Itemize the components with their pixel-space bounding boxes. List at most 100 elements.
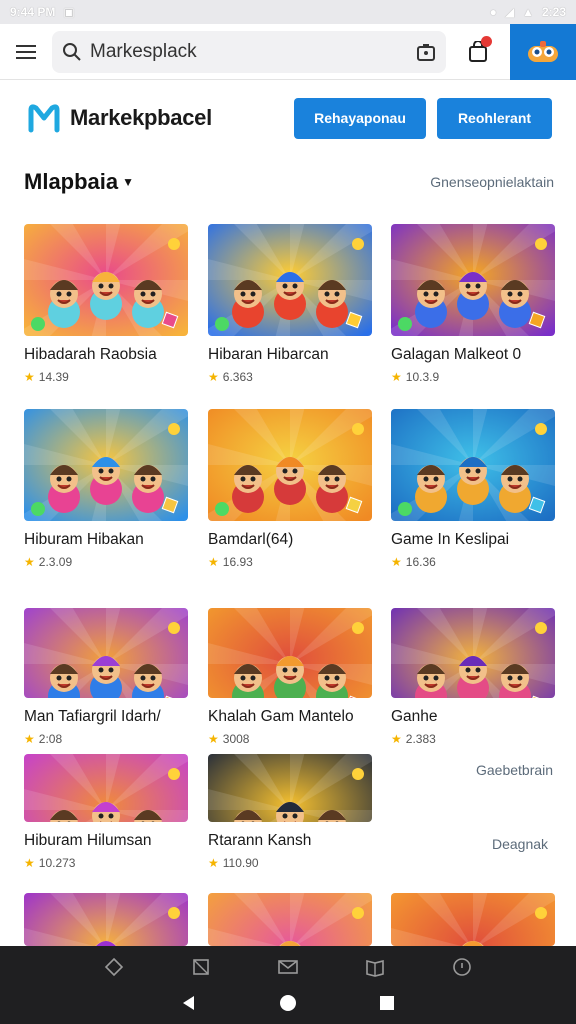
- game-title[interactable]: Bamdarl(64): [208, 531, 372, 549]
- section-title[interactable]: Mlapbaia ▼: [24, 169, 134, 195]
- header-button-secondary[interactable]: Reohlerant: [437, 97, 552, 139]
- game-rating: ★ 3008: [208, 732, 372, 746]
- game-thumbnail[interactable]: [391, 224, 555, 336]
- side-link-second[interactable]: Deagnak: [492, 836, 548, 852]
- mail-icon[interactable]: [277, 956, 299, 978]
- diamond-icon[interactable]: [103, 956, 125, 978]
- back-icon[interactable]: [180, 994, 198, 1012]
- cart-badge: [481, 35, 492, 47]
- game-thumbnail[interactable]: [24, 409, 188, 521]
- rating-value: 14.39: [38, 370, 69, 384]
- alert-icon: ●: [489, 5, 497, 19]
- rating-value: 16.93: [222, 555, 253, 569]
- rating-value: 10.3.9: [405, 370, 440, 384]
- system-nav: [0, 982, 576, 1024]
- rating-value: 2:08: [38, 732, 63, 746]
- game-thumbnail[interactable]: [24, 608, 188, 698]
- side-link-first[interactable]: Gaebetbrain: [476, 762, 553, 778]
- game-thumbnail[interactable]: [391, 409, 555, 521]
- game-title[interactable]: Game In Keslipai: [391, 531, 555, 549]
- game-card[interactable]: Hiburam Hilumsan ★ 10.273: [24, 754, 188, 870]
- game-card[interactable]: Khalah Gam Mantelo ★ 3008: [208, 608, 372, 746]
- game-card-partial[interactable]: [24, 893, 188, 946]
- star-icon: ★: [24, 732, 35, 746]
- status-battery-text: 2:23: [541, 5, 566, 19]
- game-title[interactable]: Man Tafiargril Idarh/: [24, 708, 188, 726]
- game-title[interactable]: Rtarann Kansh: [208, 832, 372, 850]
- star-icon: ★: [208, 370, 219, 384]
- game-title[interactable]: Hibadarah Raobsia: [24, 346, 188, 364]
- section-see-all-link[interactable]: Gnenseopnielaktain: [430, 174, 554, 190]
- game-thumbnail[interactable]: [208, 608, 372, 698]
- wifi-icon: ◢: [504, 5, 515, 19]
- rating-value: 2.3.09: [38, 555, 73, 569]
- game-title[interactable]: Galagan Malkeot 0: [391, 346, 555, 364]
- camera-scan-icon[interactable]: [416, 42, 436, 62]
- rating-value: 110.90: [222, 856, 259, 870]
- book-icon[interactable]: [364, 956, 386, 978]
- game-thumbnail[interactable]: [24, 893, 188, 946]
- game-rating: ★ 10.3.9: [391, 370, 555, 384]
- status-left: 9:44 PM ▣: [10, 5, 75, 19]
- gamepad-avatar-icon: [528, 40, 558, 62]
- signal-icon: ▲: [522, 5, 534, 19]
- game-card[interactable]: Hibaran Hibarcan ★ 6.363: [208, 224, 372, 384]
- game-card[interactable]: Hibadarah Raobsia ★ 14.39: [24, 224, 188, 384]
- game-card-partial[interactable]: [391, 893, 555, 946]
- game-rating: ★ 2.3.09: [24, 555, 188, 569]
- section-title-text: Mlapbaia: [24, 169, 119, 194]
- status-time: 9:44 PM: [10, 5, 56, 19]
- star-icon: ★: [391, 370, 402, 384]
- game-title[interactable]: Khalah Gam Mantelo: [208, 708, 372, 726]
- game-thumbnail[interactable]: [24, 754, 188, 822]
- search-box[interactable]: [52, 30, 446, 73]
- game-card[interactable]: Rtarann Kansh ★ 110.90: [208, 754, 372, 870]
- recents-icon[interactable]: [378, 994, 396, 1012]
- game-thumbnail[interactable]: [208, 754, 372, 822]
- search-icon: [63, 42, 81, 61]
- menu-button[interactable]: [0, 24, 52, 80]
- star-icon: ★: [24, 856, 35, 870]
- game-title[interactable]: Ganhe: [391, 708, 555, 726]
- info-icon[interactable]: [451, 956, 473, 978]
- game-rating: ★ 110.90: [208, 856, 372, 870]
- star-icon: ★: [208, 856, 219, 870]
- game-rating: ★ 16.36: [391, 555, 555, 569]
- game-thumbnail[interactable]: [208, 893, 372, 946]
- rating-value: 6.363: [222, 370, 253, 384]
- game-card[interactable]: Bamdarl(64) ★ 16.93: [208, 409, 372, 569]
- game-card[interactable]: Hiburam Hibakan ★ 2.3.09: [24, 409, 188, 569]
- game-rating: ★ 14.39: [24, 370, 188, 384]
- rating-value: 16.36: [405, 555, 436, 569]
- top-bar: [0, 23, 576, 80]
- profile-button[interactable]: [510, 23, 576, 80]
- cart-button[interactable]: [446, 24, 510, 80]
- brand-name: Markekpbacel: [70, 105, 212, 130]
- game-card-partial[interactable]: [208, 893, 372, 946]
- home-icon[interactable]: [278, 993, 298, 1013]
- game-thumbnail[interactable]: [24, 224, 188, 336]
- rating-value: 10.273: [38, 856, 76, 870]
- game-thumbnail[interactable]: [208, 409, 372, 521]
- navigation-bar: [0, 946, 576, 1024]
- star-icon: ★: [391, 555, 402, 569]
- game-thumbnail[interactable]: [208, 224, 372, 336]
- search-input[interactable]: [90, 40, 408, 63]
- star-icon: ★: [24, 555, 35, 569]
- rating-value: 3008: [222, 732, 250, 746]
- game-thumbnail[interactable]: [391, 893, 555, 946]
- header-button-primary[interactable]: Rehayaponau: [294, 97, 426, 139]
- game-card[interactable]: Ganhe ★ 2.383: [391, 608, 555, 746]
- marketplace-header: Markekpbacel Rehayaponau Reohlerant: [0, 96, 576, 140]
- game-card[interactable]: Galagan Malkeot 0 ★ 10.3.9: [391, 224, 555, 384]
- game-title[interactable]: Hibaran Hibarcan: [208, 346, 372, 364]
- game-thumbnail[interactable]: [391, 608, 555, 698]
- star-icon: ★: [24, 370, 35, 384]
- game-title[interactable]: Hiburam Hibakan: [24, 531, 188, 549]
- star-icon: ★: [391, 732, 402, 746]
- game-card[interactable]: Man Tafiargril Idarh/ ★ 2:08: [24, 608, 188, 746]
- game-title[interactable]: Hiburam Hilumsan: [24, 832, 188, 850]
- frame-icon[interactable]: [190, 956, 212, 978]
- chevron-down-icon: ▼: [122, 175, 135, 189]
- game-card[interactable]: Game In Keslipai ★ 16.36: [391, 409, 555, 569]
